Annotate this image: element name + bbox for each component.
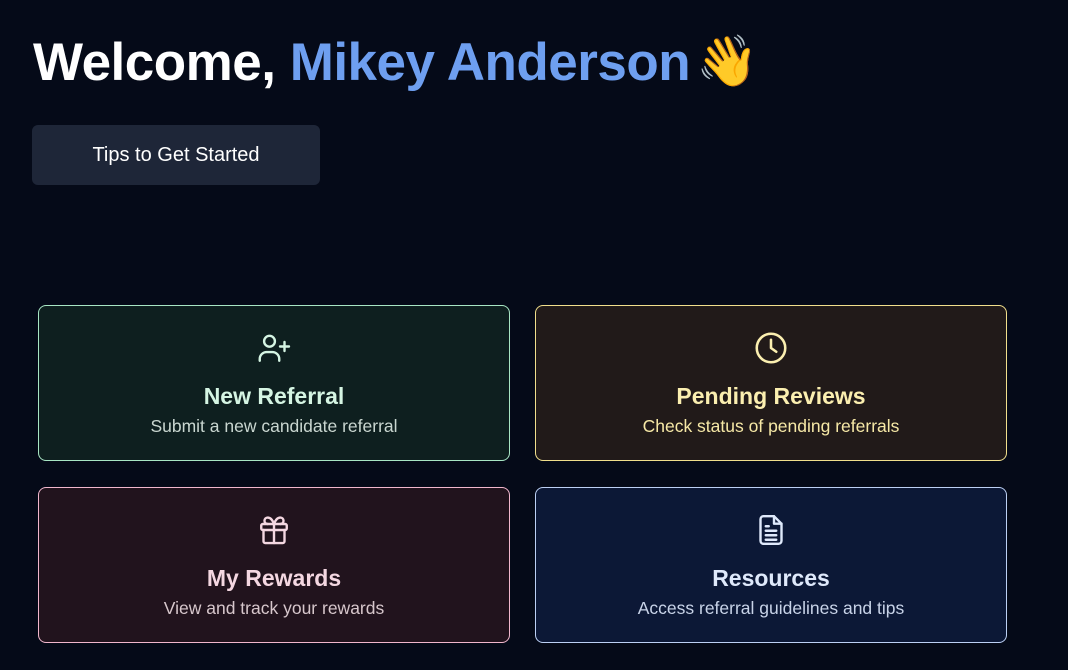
- clock-icon: [753, 330, 789, 366]
- card-description: Access referral guidelines and tips: [637, 598, 905, 618]
- pending-reviews-card[interactable]: Pending Reviews Check status of pending …: [535, 305, 1007, 461]
- dashboard-page: Welcome, Mikey Anderson 👋 Tips to Get Sta…: [0, 0, 1068, 670]
- new-referral-card[interactable]: New Referral Submit a new candidate refe…: [38, 305, 510, 461]
- document-icon: [753, 512, 789, 548]
- wave-emoji-icon: 👋: [696, 33, 758, 89]
- user-name: Mikey Anderson: [289, 33, 691, 92]
- card-description: Submit a new candidate referral: [150, 416, 398, 436]
- card-title: Resources: [712, 565, 830, 591]
- welcome-greeting: Welcome,: [33, 33, 276, 92]
- card-title: New Referral: [203, 383, 345, 409]
- tips-to-get-started-button[interactable]: Tips to Get Started: [32, 125, 320, 185]
- card-title: Pending Reviews: [676, 383, 866, 409]
- gift-icon: [256, 512, 292, 548]
- card-description: Check status of pending referrals: [642, 416, 900, 436]
- user-plus-icon: [256, 330, 292, 366]
- welcome-heading: Welcome, Mikey Anderson 👋: [33, 26, 758, 98]
- card-description: View and track your rewards: [163, 598, 385, 618]
- my-rewards-card[interactable]: My Rewards View and track your rewards: [38, 487, 510, 643]
- card-title: My Rewards: [206, 565, 342, 591]
- resources-card[interactable]: Resources Access referral guidelines and…: [535, 487, 1007, 643]
